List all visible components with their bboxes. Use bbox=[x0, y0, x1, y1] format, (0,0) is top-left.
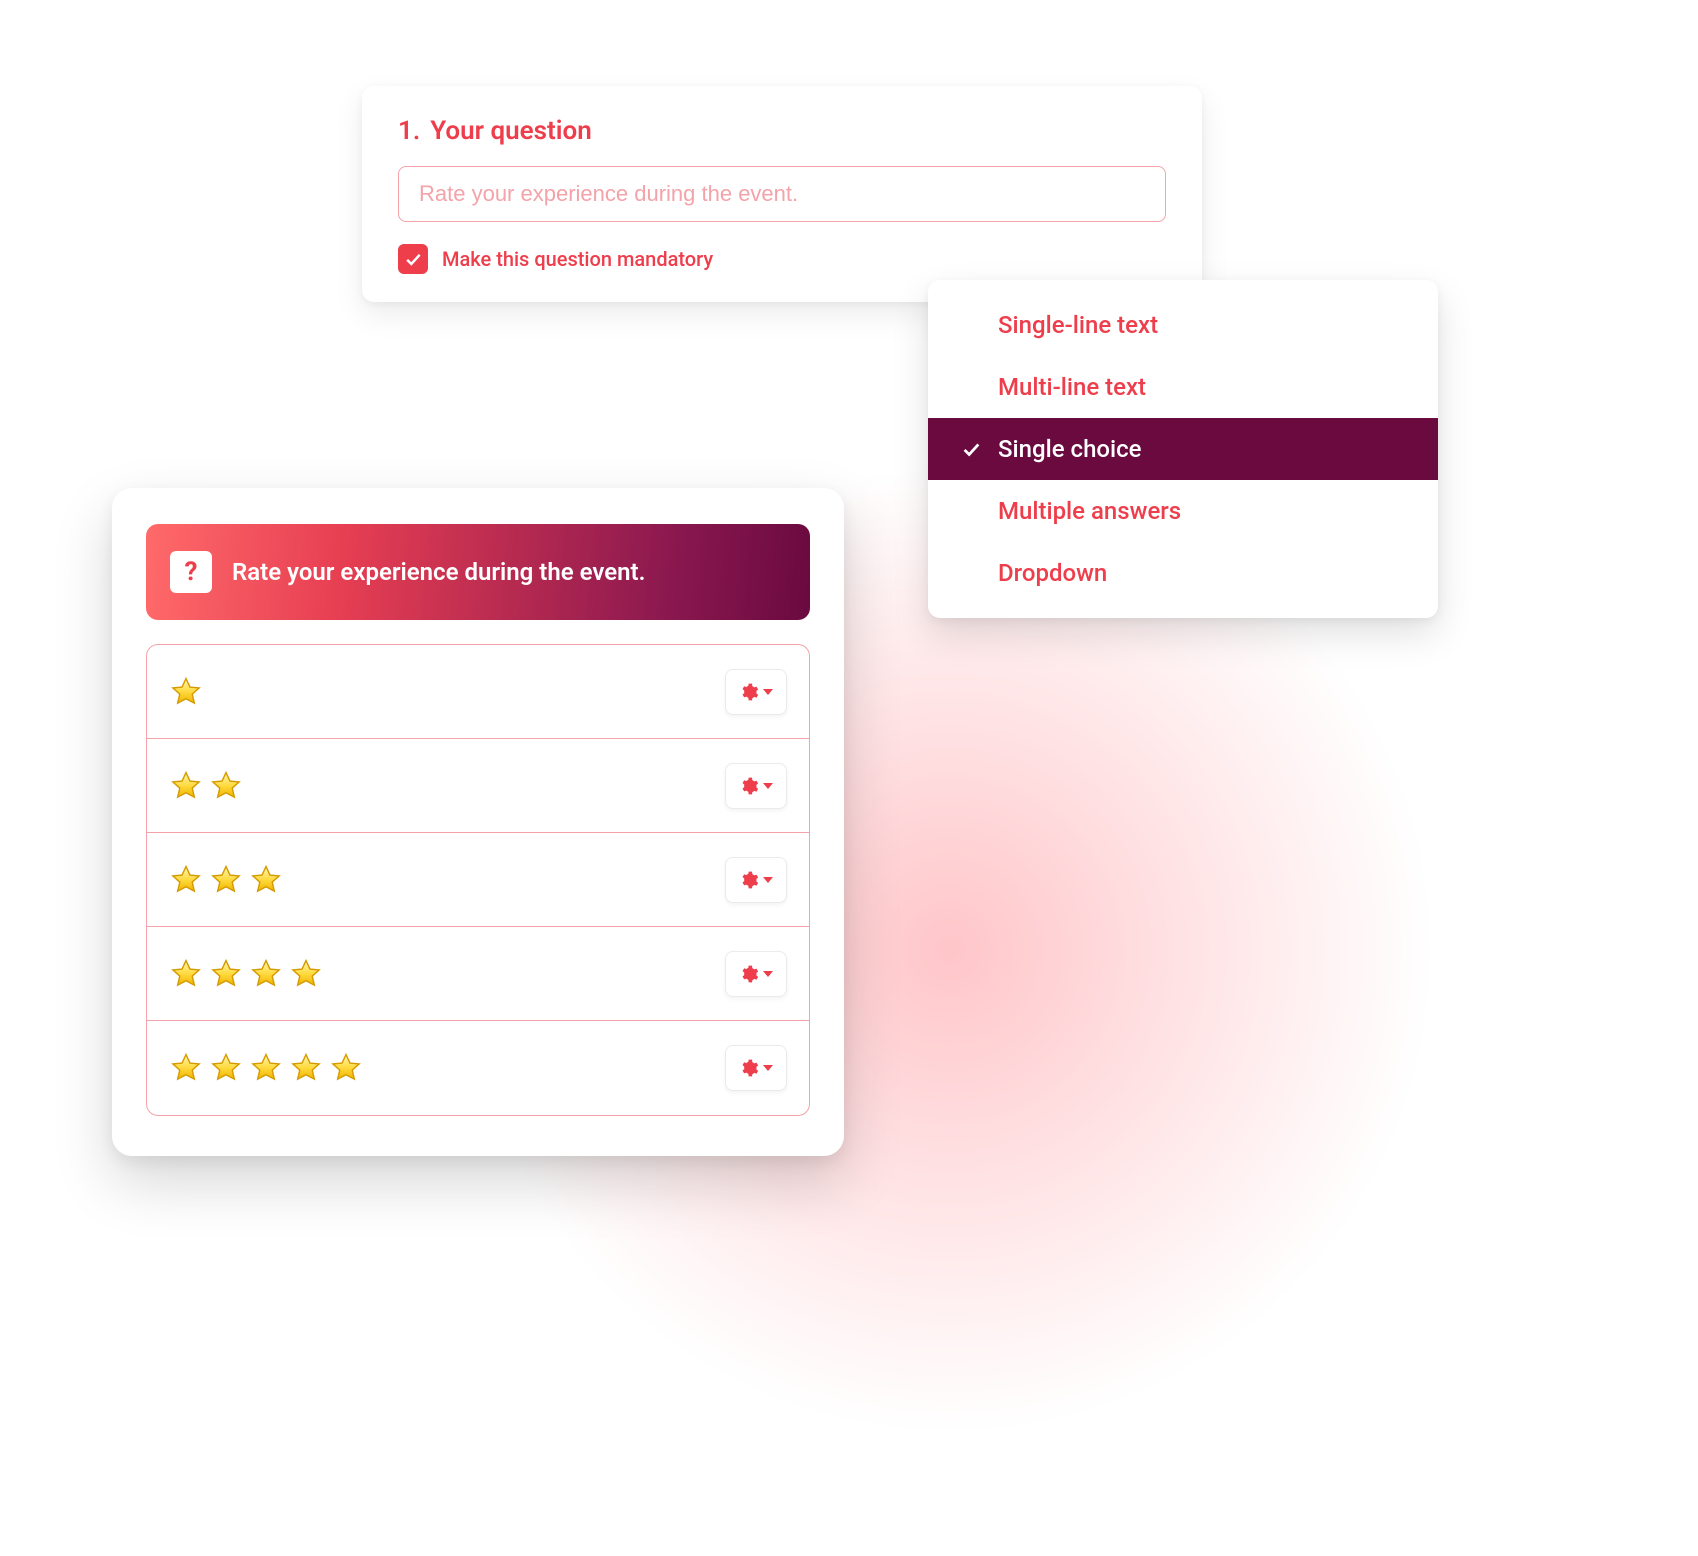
star-icon bbox=[169, 1051, 203, 1085]
star-icon bbox=[289, 1051, 323, 1085]
question-preview-card: ? Rate your experience during the event. bbox=[112, 488, 844, 1156]
star-icon bbox=[289, 957, 323, 991]
gear-icon bbox=[739, 682, 759, 702]
stars-5 bbox=[169, 1051, 363, 1085]
check-icon-slot bbox=[958, 498, 984, 524]
option-row[interactable] bbox=[147, 645, 809, 739]
type-option-single-line-text[interactable]: Single-line text bbox=[928, 294, 1438, 356]
type-option-label: Single-line text bbox=[998, 311, 1158, 339]
check-icon-slot bbox=[958, 436, 984, 462]
stars-2 bbox=[169, 769, 243, 803]
option-list bbox=[146, 644, 810, 1116]
check-icon bbox=[403, 249, 423, 269]
type-option-label: Single choice bbox=[998, 435, 1142, 463]
option-settings-button[interactable] bbox=[725, 669, 787, 715]
option-row[interactable] bbox=[147, 739, 809, 833]
question-mark-glyph: ? bbox=[185, 557, 198, 587]
mandatory-label: Make this question mandatory bbox=[442, 247, 713, 271]
check-icon-slot bbox=[958, 312, 984, 338]
star-icon bbox=[249, 1051, 283, 1085]
gear-icon bbox=[739, 776, 759, 796]
question-text-input[interactable] bbox=[398, 166, 1166, 222]
option-row[interactable] bbox=[147, 927, 809, 1021]
type-option-multi-line-text[interactable]: Multi-line text bbox=[928, 356, 1438, 418]
star-icon bbox=[169, 675, 203, 709]
option-row[interactable] bbox=[147, 1021, 809, 1115]
preview-header: ? Rate your experience during the event. bbox=[146, 524, 810, 620]
caret-down-icon bbox=[763, 1065, 773, 1071]
check-icon-slot bbox=[958, 374, 984, 400]
type-option-dropdown[interactable]: Dropdown bbox=[928, 542, 1438, 604]
star-icon bbox=[169, 769, 203, 803]
option-settings-button[interactable] bbox=[725, 1045, 787, 1091]
question-number: 1. bbox=[398, 116, 420, 146]
question-editor-card: 1. Your question Make this question mand… bbox=[362, 86, 1202, 302]
star-icon bbox=[209, 957, 243, 991]
gear-icon bbox=[739, 1058, 759, 1078]
star-icon bbox=[169, 957, 203, 991]
option-settings-button[interactable] bbox=[725, 951, 787, 997]
question-title: 1. Your question bbox=[398, 116, 1166, 146]
stars-3 bbox=[169, 863, 283, 897]
option-settings-button[interactable] bbox=[725, 763, 787, 809]
question-mark-icon: ? bbox=[170, 551, 212, 593]
option-settings-button[interactable] bbox=[725, 857, 787, 903]
star-icon bbox=[249, 957, 283, 991]
caret-down-icon bbox=[763, 783, 773, 789]
check-icon bbox=[960, 438, 982, 460]
mandatory-checkbox[interactable] bbox=[398, 244, 428, 274]
star-icon bbox=[209, 1051, 243, 1085]
type-option-label: Dropdown bbox=[998, 559, 1107, 587]
preview-title: Rate your experience during the event. bbox=[232, 558, 645, 586]
caret-down-icon bbox=[763, 971, 773, 977]
mandatory-row: Make this question mandatory bbox=[398, 244, 1166, 274]
star-icon bbox=[169, 863, 203, 897]
question-title-text: Your question bbox=[430, 116, 591, 146]
caret-down-icon bbox=[763, 689, 773, 695]
check-icon-slot bbox=[958, 560, 984, 586]
star-icon bbox=[209, 769, 243, 803]
type-option-single-choice[interactable]: Single choice bbox=[928, 418, 1438, 480]
type-option-multiple-answers[interactable]: Multiple answers bbox=[928, 480, 1438, 542]
type-option-label: Multiple answers bbox=[998, 497, 1181, 525]
type-option-label: Multi-line text bbox=[998, 373, 1146, 401]
option-row[interactable] bbox=[147, 833, 809, 927]
stars-4 bbox=[169, 957, 323, 991]
gear-icon bbox=[739, 964, 759, 984]
stars-1 bbox=[169, 675, 203, 709]
caret-down-icon bbox=[763, 877, 773, 883]
question-type-menu: Single-line text Multi-line text Single … bbox=[928, 280, 1438, 618]
star-icon bbox=[209, 863, 243, 897]
star-icon bbox=[249, 863, 283, 897]
gear-icon bbox=[739, 870, 759, 890]
star-icon bbox=[329, 1051, 363, 1085]
